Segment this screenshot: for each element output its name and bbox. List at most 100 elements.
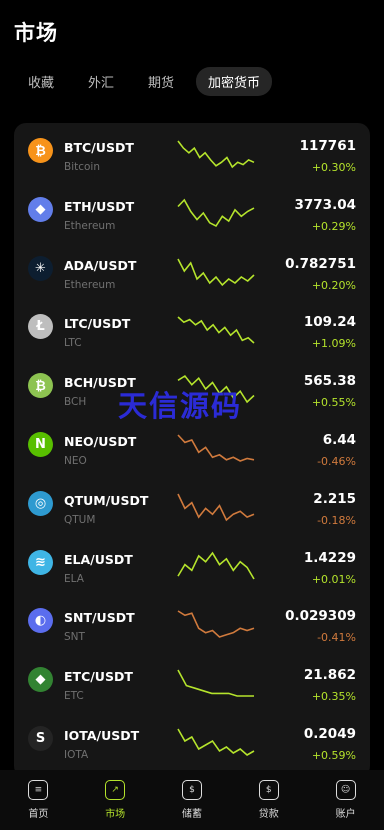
ethereum-classic-icon: ◆	[28, 667, 53, 693]
change-percent: +0.55%	[311, 396, 356, 410]
market-row[interactable]: ◐ SNT/USDT SNT 0.029309 -0.41%	[14, 598, 370, 657]
sparkline-line	[177, 669, 254, 697]
coin-name: BCH	[64, 396, 87, 409]
market-row[interactable]: ◆ ETH/USDT Ethereum 3773.04 +0.29%	[14, 187, 370, 246]
loan-icon: $	[258, 780, 279, 800]
coin-name: IOTA	[64, 749, 89, 761]
market-row[interactable]: N NEO/USDT NEO 6.44 -0.46%	[14, 422, 370, 481]
nav-item-loan[interactable]: $ 贷款	[239, 780, 299, 820]
change-percent: -0.46%	[317, 455, 356, 468]
cardano-icon: ✳	[28, 255, 53, 281]
sparkline-line	[177, 375, 255, 404]
sparkline-line	[177, 316, 255, 344]
pair-label: ELA/USDT	[64, 551, 133, 567]
status-icon: ◐	[28, 608, 53, 634]
change-percent: +0.35%	[311, 690, 356, 704]
price-value: 0.029309	[285, 608, 356, 625]
sparkline-chart	[177, 375, 255, 404]
savings-icon: $	[181, 780, 202, 800]
sparkline-chart	[177, 316, 255, 344]
sparkline-chart	[177, 669, 254, 697]
market-row[interactable]: ≋ ELA/USDT ELA 1.4229 +0.01%	[14, 540, 370, 599]
nav-label: 储蓄	[181, 809, 202, 820]
elastos-icon: ≋	[28, 549, 53, 575]
price-value: 109.24	[303, 314, 356, 331]
pair-label: ETH/USDT	[64, 198, 135, 214]
nav-item-market[interactable]: ↗ 市场	[85, 780, 145, 820]
price-value: 0.782751	[285, 255, 356, 272]
nav-label: 首页	[28, 809, 49, 820]
pair-label: QTUM/USDT	[64, 492, 149, 508]
home-icon: ≡	[28, 780, 49, 800]
sparkline-chart	[177, 140, 255, 169]
sparkline-line	[177, 551, 255, 580]
pair-label: BTC/USDT	[64, 140, 134, 155]
price-value: 0.2049	[303, 726, 356, 742]
market-list: ₿ BTC/USDT Bitcoin 117761 +0.30% ◆ ETH/USDT Eth…	[14, 123, 370, 778]
market-tabs: 收藏 外汇 期货 加密货币	[16, 67, 273, 96]
market-row[interactable]: S IOTA/USDT IOTA 0.2049 +0.59%	[14, 716, 370, 775]
sparkline-chart	[177, 198, 255, 227]
market-icon: ↗	[105, 780, 126, 800]
coin-name: Ethereum	[64, 278, 116, 291]
market-row[interactable]: ₿ BTC/USDT Bitcoin 117761 +0.30%	[14, 128, 370, 187]
bitcoin-cash-icon: ₿	[28, 373, 53, 399]
price-value: 6.44	[322, 432, 356, 448]
qtum-icon: ◎	[28, 490, 53, 516]
change-percent: +0.01%	[311, 572, 356, 586]
change-percent: +1.09%	[311, 337, 356, 351]
pair-label: LTC/USDT	[64, 316, 131, 332]
coin-name: NEO	[64, 455, 87, 467]
price-value: 117761	[299, 138, 356, 154]
sparkline-line	[177, 610, 255, 639]
pair-label: BCH/USDT	[64, 375, 136, 391]
market-row[interactable]: Ł LTC/USDT LTC 109.24 +1.09%	[14, 304, 370, 363]
sparkline-line	[177, 198, 255, 227]
price-value: 3773.04	[294, 196, 357, 213]
tab-forex[interactable]: 外汇	[76, 67, 126, 96]
coin-name: ELA	[64, 572, 84, 585]
sparkline-line	[177, 493, 255, 522]
sparkline-chart	[177, 258, 255, 286]
sparkline-chart	[177, 551, 255, 580]
nav-item-savings[interactable]: $ 储蓄	[162, 780, 222, 820]
price-value: 2.215	[313, 490, 356, 507]
coin-name: SNT	[64, 631, 85, 644]
change-percent: -0.18%	[317, 513, 356, 527]
price-value: 1.4229	[303, 549, 356, 566]
market-row[interactable]: ◆ ETC/USDT ETC 21.862 +0.35%	[14, 657, 370, 716]
market-row[interactable]: ◎ QTUM/USDT QTUM 2.215 -0.18%	[14, 481, 370, 540]
pair-label: ETC/USDT	[64, 669, 133, 685]
coin-name: QTUM	[64, 513, 96, 526]
sparkline-line	[177, 434, 255, 462]
sparkline-chart	[177, 493, 255, 522]
nav-label: 贷款	[258, 809, 279, 820]
nav-item-account[interactable]: ☺ 账户	[316, 780, 376, 820]
coin-name: Bitcoin	[64, 161, 101, 173]
sparkline-chart	[177, 434, 255, 462]
coin-name: LTC	[64, 337, 82, 350]
tab-crypto[interactable]: 加密货币	[196, 67, 273, 96]
bitcoin-icon: ₿	[28, 138, 53, 163]
nav-label: 市场	[105, 809, 126, 820]
sparkline-line	[177, 140, 255, 169]
sparkline-chart	[177, 610, 255, 639]
nav-label: 账户	[335, 809, 356, 820]
coin-name: ETC	[64, 690, 84, 703]
tab-futures[interactable]: 期货	[136, 67, 186, 96]
coin-name: Ethereum	[64, 219, 116, 232]
account-icon: ☺	[335, 780, 356, 800]
page-title: 市场	[14, 21, 58, 45]
change-percent: +0.20%	[311, 278, 356, 292]
market-row[interactable]: ✳ ADA/USDT Ethereum 0.782751 +0.20%	[14, 246, 370, 305]
nav-item-home[interactable]: ≡ 首页	[8, 780, 68, 820]
pair-label: IOTA/USDT	[64, 728, 140, 743]
sparkline-chart	[177, 728, 255, 756]
pair-label: ADA/USDT	[64, 257, 137, 273]
sparkline-line	[177, 728, 255, 756]
market-row[interactable]: ₿ BCH/USDT BCH 565.38 +0.55%	[14, 363, 370, 422]
change-percent: +0.59%	[311, 749, 356, 762]
pair-label: NEO/USDT	[64, 434, 137, 449]
tab-favorites[interactable]: 收藏	[16, 67, 66, 96]
neo-icon: N	[28, 432, 53, 457]
